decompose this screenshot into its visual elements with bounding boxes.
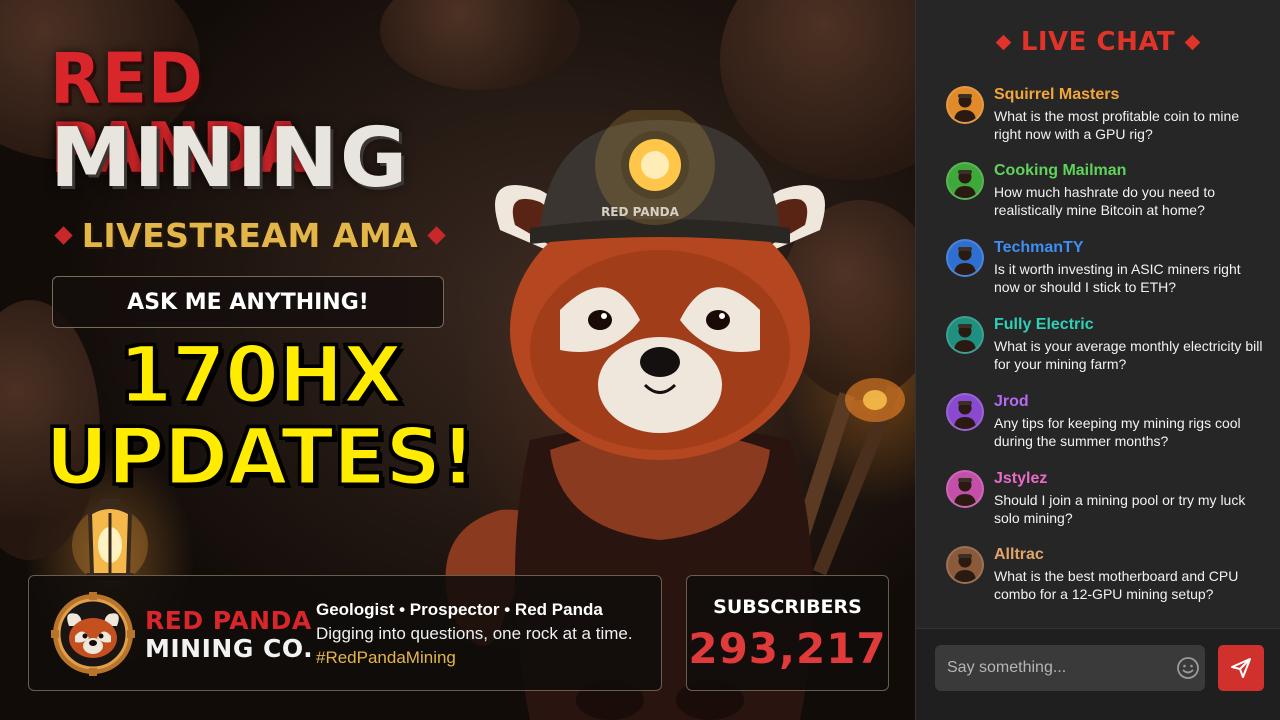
chat-header: LIVE CHAT: [916, 24, 1280, 60]
chat-username[interactable]: Fully Electric: [994, 316, 1094, 334]
chat-username[interactable]: Jrod: [994, 393, 1029, 411]
diamond-icon: [54, 225, 73, 245]
headline-line2: UPDATES!: [44, 412, 478, 503]
user-avatar-icon[interactable]: [946, 86, 984, 124]
headline: 170HX UPDATES!: [40, 331, 480, 503]
chat-username[interactable]: Cooking Mailman: [994, 162, 1126, 180]
person-icon: [954, 554, 976, 582]
send-button[interactable]: [1218, 645, 1264, 691]
subtitle-row: LIVESTREAM AMA: [50, 212, 450, 258]
headline-line1: 170HX: [117, 331, 404, 421]
chat-message: Alltrac What is the best motherboard and…: [946, 544, 1266, 614]
chat-message-text: Should I join a mining pool or try my lu…: [994, 492, 1246, 526]
channel-hashtag[interactable]: #RedPandaMining: [316, 648, 456, 668]
emoji-icon[interactable]: [1176, 656, 1200, 680]
subscribers-label: SUBSCRIBERS: [713, 596, 862, 618]
person-icon: [954, 478, 976, 506]
chat-message-text: What is the most profitable coin to mine…: [994, 108, 1240, 142]
channel-tagline: Geologist • Prospector • Red Panda: [316, 600, 603, 619]
brand-name-line2: MINING CO.: [145, 634, 314, 663]
subscriber-count-card: SUBSCRIBERS 293,217: [686, 575, 889, 691]
channel-description: Digging into questions, one rock at a ti…: [316, 624, 633, 643]
chat-compose-bar: [916, 628, 1280, 720]
chat-message-text: How much hashrate do you need to realist…: [994, 184, 1216, 218]
chat-message: Squirrel Masters What is the most profit…: [946, 84, 1266, 154]
user-avatar-icon[interactable]: [946, 239, 984, 277]
subtitle: LIVESTREAM AMA: [81, 215, 419, 255]
person-icon: [954, 401, 976, 429]
chat-username[interactable]: Jstylez: [994, 470, 1047, 488]
chat-message-text: Any tips for keeping my mining rigs cool…: [994, 415, 1241, 449]
user-avatar-icon[interactable]: [946, 316, 984, 354]
subscribers-count: 293,217: [688, 624, 887, 673]
chat-message: Cooking Mailman How much hashrate do you…: [946, 160, 1266, 230]
person-icon: [954, 94, 976, 122]
channel-logo: [51, 592, 135, 676]
chat-username[interactable]: TechmanTY: [994, 239, 1084, 257]
brand-name-line1: RED PANDA: [145, 606, 312, 635]
channel-info-card: RED PANDA MINING CO. Geologist • Prospec…: [28, 575, 662, 691]
person-icon: [954, 247, 976, 275]
send-icon: [1231, 658, 1251, 678]
ask-banner-text: ASK ME ANYTHING!: [127, 289, 369, 315]
live-chat-panel: LIVE CHAT Squirrel Masters What is the m…: [915, 0, 1280, 720]
chat-title: LIVE CHAT: [1020, 27, 1176, 57]
chat-message-text: What is your average monthly electricity…: [994, 338, 1263, 372]
chat-input[interactable]: [935, 645, 1205, 691]
title-line2: MINING: [50, 111, 410, 206]
person-icon: [954, 170, 976, 198]
chat-message-text: Is it worth investing in ASIC miners rig…: [994, 261, 1241, 295]
user-avatar-icon[interactable]: [946, 470, 984, 508]
helmet-label: RED PANDA: [601, 205, 680, 219]
user-avatar-icon[interactable]: [946, 162, 984, 200]
chat-message-text: What is the best motherboard and CPU com…: [994, 568, 1239, 602]
diamond-icon: [1184, 34, 1201, 50]
chat-username[interactable]: Squirrel Masters: [994, 86, 1119, 104]
chat-message: Jstylez Should I join a mining pool or t…: [946, 468, 1266, 538]
diamond-icon: [995, 34, 1012, 50]
chat-message: Fully Electric What is your average mont…: [946, 314, 1266, 384]
ask-banner: ASK ME ANYTHING!: [52, 276, 444, 328]
chat-message: TechmanTY Is it worth investing in ASIC …: [946, 237, 1266, 307]
chat-message: Jrod Any tips for keeping my mining rigs…: [946, 391, 1266, 461]
user-avatar-icon[interactable]: [946, 546, 984, 584]
chat-username[interactable]: Alltrac: [994, 546, 1044, 564]
lantern-icon: [72, 499, 148, 583]
user-avatar-icon[interactable]: [946, 393, 984, 431]
stream-thumbnail: RED PANDA MINING LIVESTREAM AMA ASK ME A…: [0, 0, 915, 720]
person-icon: [954, 324, 976, 352]
